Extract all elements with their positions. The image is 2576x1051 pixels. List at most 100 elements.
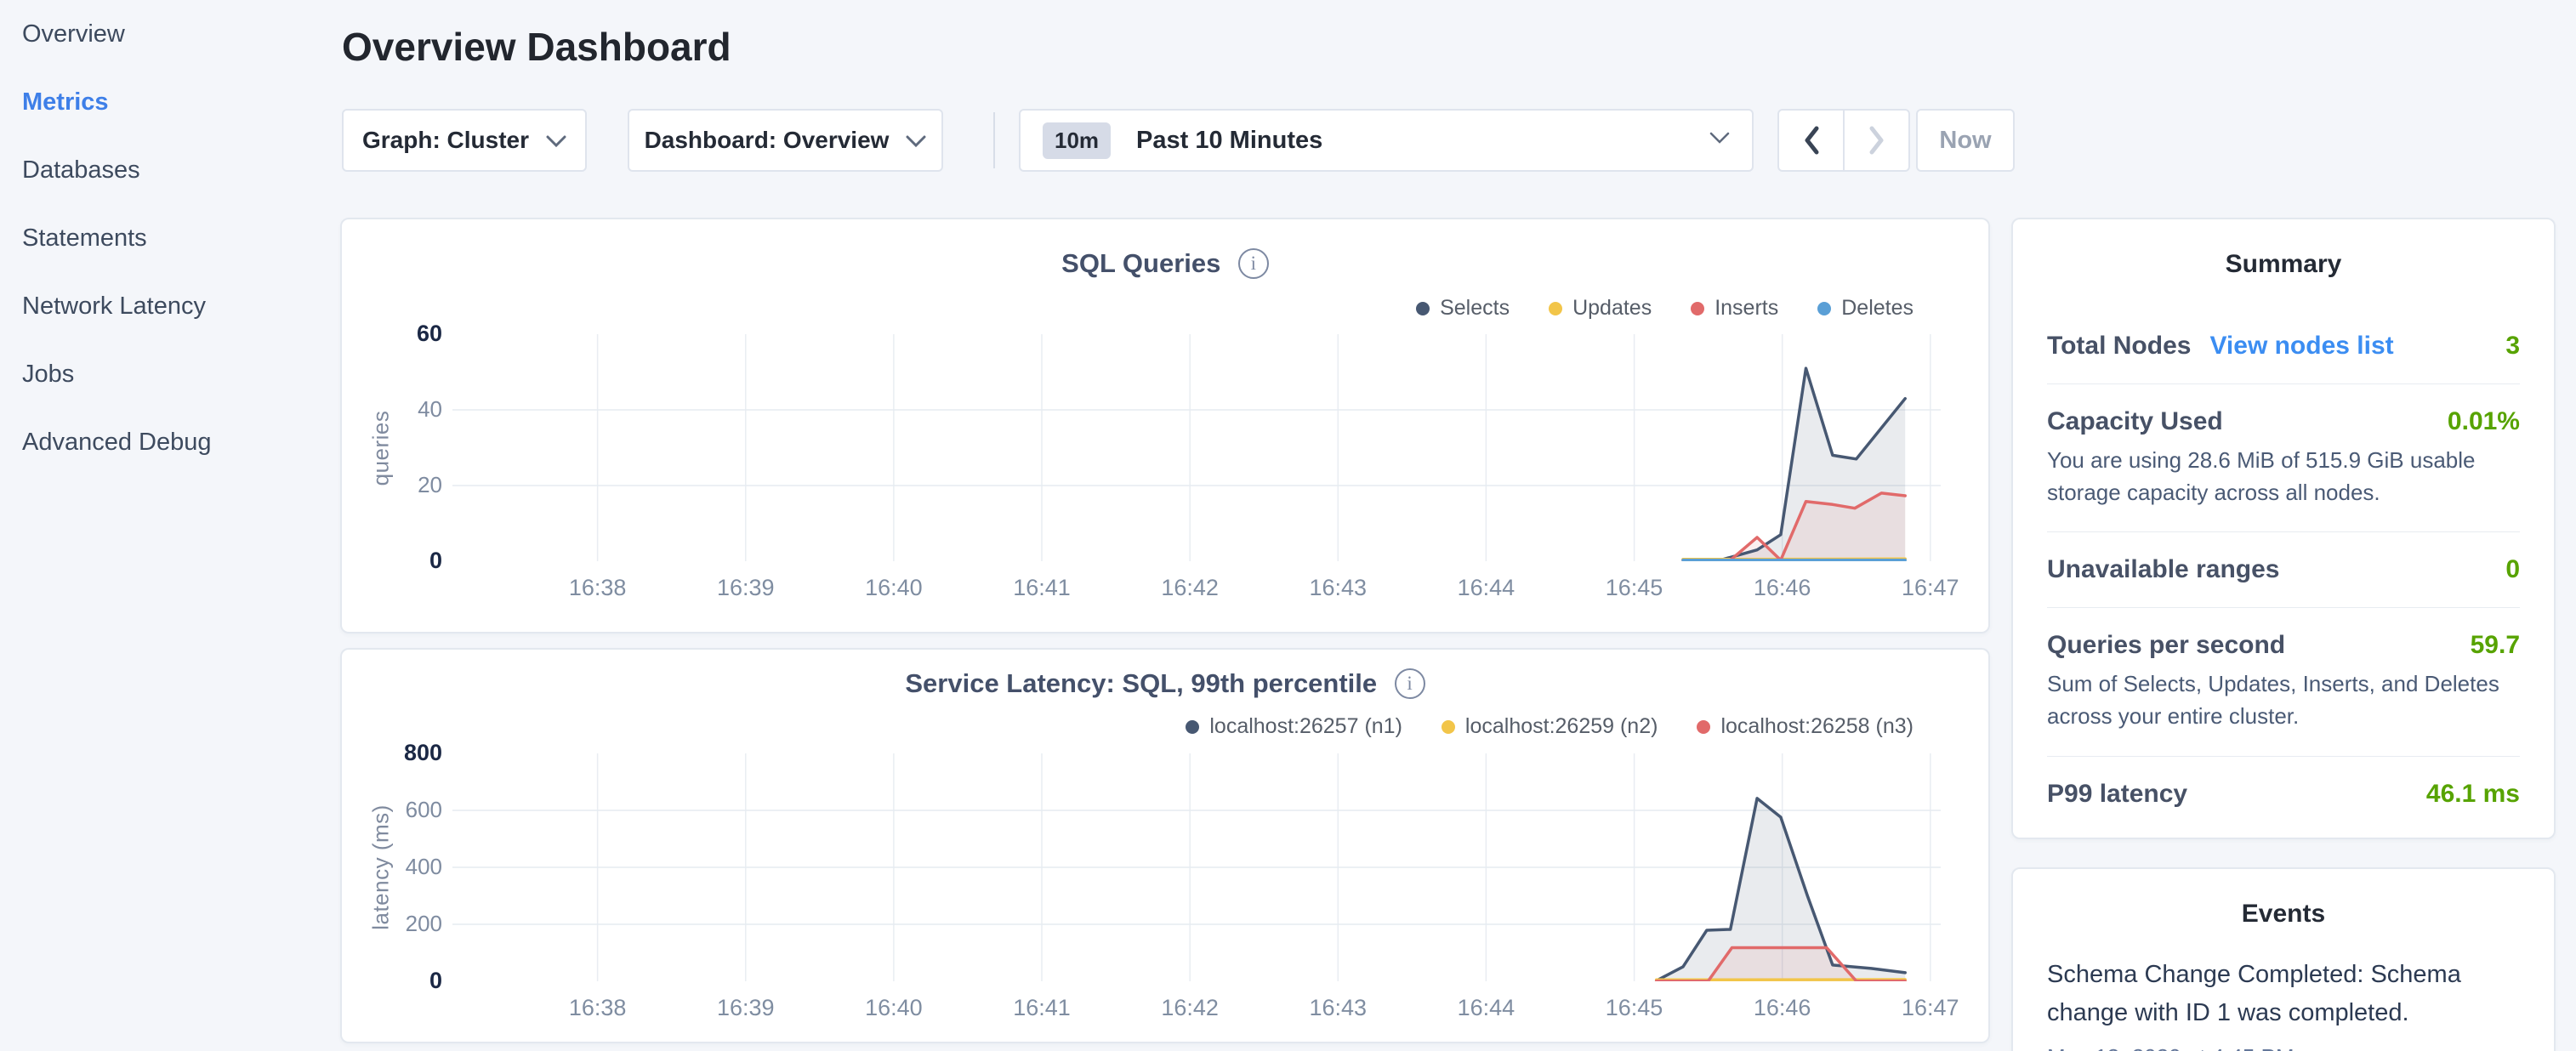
chevron-down-icon	[906, 127, 926, 154]
page-root: OverviewMetricsDatabasesStatementsNetwor…	[0, 0, 2576, 1051]
legend-color-dot	[1817, 302, 1831, 315]
summary-panel: Summary Total Nodes View nodes list 3 Capac…	[2011, 218, 2556, 839]
summary-row-label: P99 latency	[2047, 780, 2187, 809]
sidebar-nav: OverviewMetricsDatabasesStatementsNetwor…	[0, 0, 340, 476]
y-tick-label: 600	[342, 797, 442, 823]
summary-row-p99-latency: P99 latency 46.1 ms	[2013, 757, 2554, 832]
legend-label: localhost:26259 (n2)	[1465, 714, 1658, 739]
chevron-down-icon	[546, 127, 566, 154]
graph-dropdown-label: Graph: Cluster	[362, 127, 529, 154]
summary-row-label: Capacity Used	[2047, 407, 2223, 436]
summary-row-unavailable-ranges: Unavailable ranges 0	[2013, 532, 2554, 607]
x-tick-label: 16:46	[1754, 995, 1811, 1021]
legend-color-dot	[1186, 720, 1199, 734]
y-tick-label: 40	[342, 396, 442, 423]
summary-row-description: Sum of Selects, Updates, Inserts, and De…	[2047, 668, 2520, 732]
time-range-picker[interactable]: 10m Past 10 Minutes	[1019, 109, 1754, 172]
summary-row-description: You are using 28.6 MiB of 515.9 GiB usab…	[2047, 445, 2520, 508]
events-panel: Events Schema Change Completed: Schema c…	[2011, 867, 2556, 1051]
summary-row-value: 46.1 ms	[2426, 780, 2520, 809]
now-button-label: Now	[1939, 127, 1991, 155]
sidebar-item-advanced-debug[interactable]: Advanced Debug	[0, 408, 340, 476]
chart-title: SQL Queries	[1061, 248, 1220, 278]
legend-item-selects[interactable]: Selects	[1416, 296, 1510, 321]
service-latency-plot[interactable]: latency (ms)020040060080016:3816:3916:40…	[342, 753, 1988, 1032]
event-message: Schema Change Completed: Schema change w…	[2047, 956, 2506, 1032]
now-button[interactable]: Now	[1916, 109, 2015, 172]
info-icon[interactable]: i	[1238, 248, 1269, 279]
sidebar-item-jobs[interactable]: Jobs	[0, 340, 340, 408]
legend-color-dot	[1416, 302, 1430, 315]
chart-title-row: SQL Queries i	[342, 248, 1988, 279]
x-tick-label: 16:39	[717, 575, 775, 601]
events-title: Events	[2013, 900, 2554, 929]
event-timestamp: May 13, 2020 at 4:45 PM	[2047, 1044, 2520, 1051]
summary-row-label: Queries per second	[2047, 631, 2285, 660]
legend-label: Selects	[1440, 296, 1510, 321]
sidebar-item-databases[interactable]: Databases	[0, 136, 340, 204]
summary-row-capacity-used: Capacity Used 0.01% You are using 28.6 MiB…	[2013, 384, 2554, 531]
time-forward-button[interactable]	[1843, 111, 1908, 170]
summary-row-value: 59.7	[2471, 631, 2520, 660]
view-nodes-link[interactable]: View nodes list	[2209, 332, 2393, 361]
legend-color-dot	[1549, 302, 1562, 315]
summary-row-value: 0.01%	[2448, 407, 2520, 436]
chart-title-row: Service Latency: SQL, 99th percentile i	[342, 668, 1988, 699]
x-tick-label: 16:45	[1606, 995, 1663, 1021]
event-item[interactable]: Schema Change Completed: Schema change w…	[2013, 939, 2554, 1051]
sql-queries-plot[interactable]: queries020406016:3816:3916:4016:4116:421…	[342, 334, 1988, 612]
graph-dropdown[interactable]: Graph: Cluster	[342, 109, 587, 172]
x-tick-label: 16:39	[717, 995, 775, 1021]
x-tick-label: 16:44	[1458, 995, 1515, 1021]
x-tick-label: 16:44	[1458, 575, 1515, 601]
x-tick-label: 16:40	[865, 995, 923, 1021]
sidebar-item-metrics[interactable]: Metrics	[0, 68, 340, 136]
info-icon[interactable]: i	[1395, 668, 1425, 699]
y-tick-label: 400	[342, 854, 442, 880]
queries-chart-svg[interactable]	[452, 334, 1941, 561]
x-tick-label: 16:43	[1309, 995, 1367, 1021]
y-tick-label: 0	[342, 968, 442, 994]
chevron-left-icon	[1802, 125, 1821, 156]
sidebar-item-statements[interactable]: Statements	[0, 204, 340, 272]
time-back-button[interactable]	[1779, 111, 1843, 170]
latency-chart-svg[interactable]	[452, 753, 1941, 981]
summary-row-label: Unavailable ranges	[2047, 555, 2279, 584]
legend-item-localhost-26258-n3[interactable]: localhost:26258 (n3)	[1697, 714, 1914, 739]
legend-item-localhost-26257-n1[interactable]: localhost:26257 (n1)	[1186, 714, 1402, 739]
summary-row-value: 3	[2505, 332, 2520, 361]
sidebar-item-overview[interactable]: Overview	[0, 0, 340, 68]
legend-label: localhost:26257 (n1)	[1209, 714, 1402, 739]
time-range-label: Past 10 Minutes	[1136, 127, 1322, 155]
controls-divider	[993, 112, 995, 168]
legend-label: Inserts	[1714, 296, 1778, 321]
summary-row-value: 0	[2505, 555, 2520, 584]
dashboard-dropdown[interactable]: Dashboard: Overview	[628, 109, 943, 172]
summary-title: Summary	[2013, 250, 2554, 279]
legend-label: Deletes	[1841, 296, 1914, 321]
chart-title: Service Latency: SQL, 99th percentile	[905, 668, 1377, 698]
x-tick-label: 16:43	[1309, 575, 1367, 601]
chart-legend: Selects Updates Inserts Deletes	[1416, 296, 1914, 321]
summary-rows: Total Nodes View nodes list 3 Capacity Used…	[2013, 289, 2554, 832]
x-tick-label: 16:38	[569, 575, 627, 601]
legend-item-deletes[interactable]: Deletes	[1817, 296, 1914, 321]
y-tick-label: 200	[342, 911, 442, 937]
summary-row-total-nodes: Total Nodes View nodes list 3	[2013, 289, 2554, 383]
legend-item-updates[interactable]: Updates	[1549, 296, 1652, 321]
x-tick-label: 16:38	[569, 995, 627, 1021]
x-tick-label: 16:41	[1013, 995, 1071, 1021]
x-tick-label: 16:47	[1902, 575, 1959, 601]
legend-label: Updates	[1572, 296, 1652, 321]
legend-item-inserts[interactable]: Inserts	[1691, 296, 1778, 321]
legend-color-dot	[1697, 720, 1710, 734]
summary-row-label: Total Nodes	[2047, 332, 2191, 361]
sidebar-item-network-latency[interactable]: Network Latency	[0, 272, 340, 340]
summary-row-queries-per-second: Queries per second 59.7 Sum of Selects, Up…	[2013, 608, 2554, 755]
legend-item-localhost-26259-n2[interactable]: localhost:26259 (n2)	[1442, 714, 1658, 739]
events-list: Schema Change Completed: Schema change w…	[2013, 939, 2554, 1051]
legend-color-dot	[1691, 302, 1704, 315]
dashboard-dropdown-label: Dashboard: Overview	[645, 127, 890, 154]
chart-legend: localhost:26257 (n1) localhost:26259 (n2)…	[1186, 714, 1914, 739]
x-tick-label: 16:40	[865, 575, 923, 601]
